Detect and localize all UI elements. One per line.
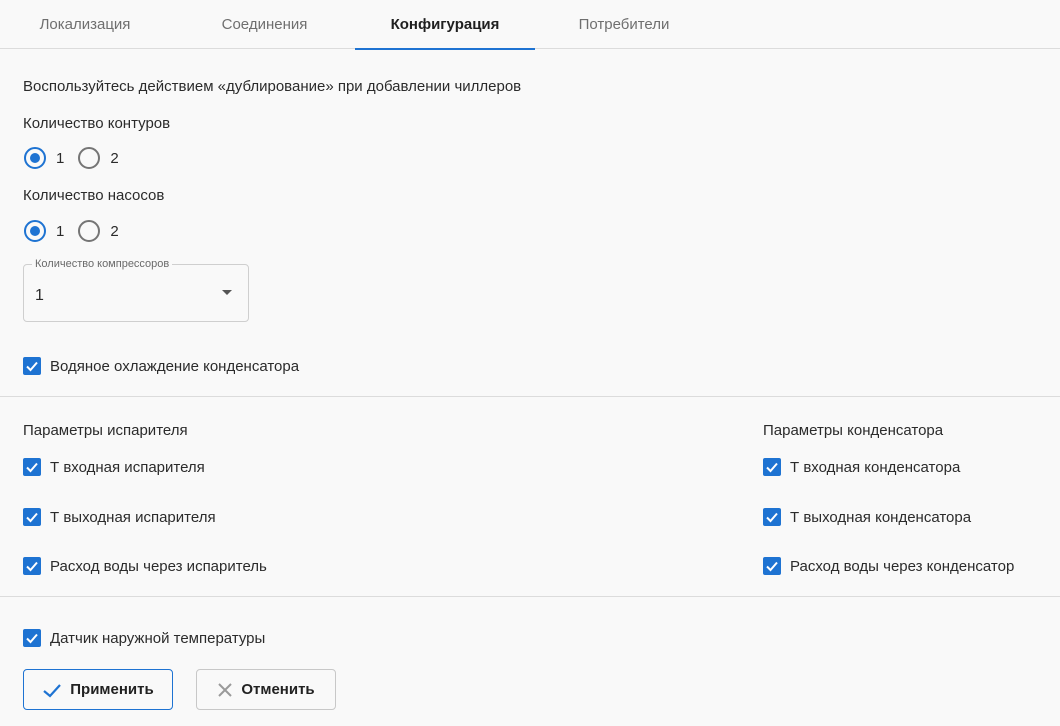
condenser-flow-checkbox[interactable] — [763, 557, 781, 575]
water-cooling-label: Водяное охлаждение конденсатора — [50, 357, 300, 375]
close-icon — [218, 682, 233, 697]
compressors-select-label: Количество компрессоров — [32, 258, 173, 270]
check-icon — [26, 633, 38, 644]
divider — [0, 396, 1060, 397]
condenser-item-label: Т входная конденсатора — [790, 458, 961, 476]
tab-consumers[interactable]: Потребители — [538, 0, 710, 49]
condenser-item-label: Расход воды через конденсатор — [790, 557, 1015, 575]
tab-localization[interactable]: Локализация — [0, 0, 170, 49]
compressors-select-value: 1 — [35, 287, 44, 304]
water-cooling-checkbox[interactable] — [23, 357, 41, 375]
condenser-t-in-checkbox[interactable] — [763, 458, 781, 476]
outdoor-sensor-checkbox[interactable] — [23, 629, 41, 647]
pumps-radio-group: 1 2 — [24, 220, 133, 242]
circuits-radio-1[interactable] — [24, 147, 46, 169]
circuits-radio-2[interactable] — [78, 147, 101, 169]
check-icon — [26, 462, 38, 473]
apply-button[interactable]: Применить — [23, 669, 173, 710]
evaporator-t-out-checkbox[interactable] — [23, 508, 41, 526]
check-icon — [26, 561, 38, 572]
check-icon — [26, 512, 38, 523]
evaporator-item-label: Расход воды через испаритель — [50, 557, 267, 575]
divider — [0, 596, 1060, 597]
pumps-option-label: 2 — [110, 222, 119, 240]
evaporator-item: Т входная испарителя — [23, 458, 205, 476]
pumps-radio-1[interactable] — [24, 220, 46, 242]
water-cooling-row: Водяное охлаждение конденсатора — [23, 357, 299, 375]
duplication-hint: Воспользуйтесь действием «дублирование» … — [23, 78, 522, 95]
evaporator-item: Расход воды через испаритель — [23, 557, 267, 575]
circuits-option-label: 1 — [56, 149, 65, 167]
outdoor-sensor-label: Датчик наружной температуры — [50, 629, 266, 647]
condenser-item: Т выходная конденсатора — [763, 508, 971, 526]
compressors-select[interactable]: Количество компрессоров 1 — [23, 258, 249, 322]
condenser-item: Т входная конденсатора — [763, 458, 960, 476]
check-icon — [43, 683, 62, 698]
check-icon — [26, 361, 38, 372]
condenser-item: Расход воды через конденсатор — [763, 557, 1014, 575]
caret-down-icon — [222, 290, 232, 295]
tab-connections[interactable]: Соединения — [178, 0, 351, 49]
pumps-radio-2[interactable] — [78, 220, 101, 242]
check-icon — [766, 512, 778, 523]
circuits-option-label: 2 — [110, 149, 119, 167]
check-icon — [766, 561, 778, 572]
evaporator-item-label: Т входная испарителя — [50, 458, 205, 476]
condenser-title: Параметры конденсатора — [763, 422, 944, 439]
outdoor-sensor-row: Датчик наружной температуры — [23, 629, 265, 647]
check-icon — [766, 462, 778, 473]
evaporator-title: Параметры испарителя — [23, 422, 188, 439]
pumps-label: Количество насосов — [23, 187, 165, 204]
cancel-button-label: Отменить — [241, 681, 315, 698]
evaporator-flow-checkbox[interactable] — [23, 557, 41, 575]
circuits-radio-group: 1 2 — [24, 147, 133, 169]
circuits-label: Количество контуров — [23, 115, 171, 132]
tab-bar: Локализация Соединения Конфигурация Потр… — [0, 0, 1060, 50]
condenser-t-out-checkbox[interactable] — [763, 508, 781, 526]
evaporator-t-in-checkbox[interactable] — [23, 458, 41, 476]
evaporator-item: Т выходная испарителя — [23, 508, 216, 526]
tab-configuration[interactable]: Конфигурация — [355, 0, 535, 50]
apply-button-label: Применить — [70, 681, 154, 698]
cancel-button[interactable]: Отменить — [196, 669, 336, 710]
condenser-item-label: Т выходная конденсатора — [790, 508, 972, 526]
pumps-option-label: 1 — [56, 222, 65, 240]
evaporator-item-label: Т выходная испарителя — [50, 508, 216, 526]
